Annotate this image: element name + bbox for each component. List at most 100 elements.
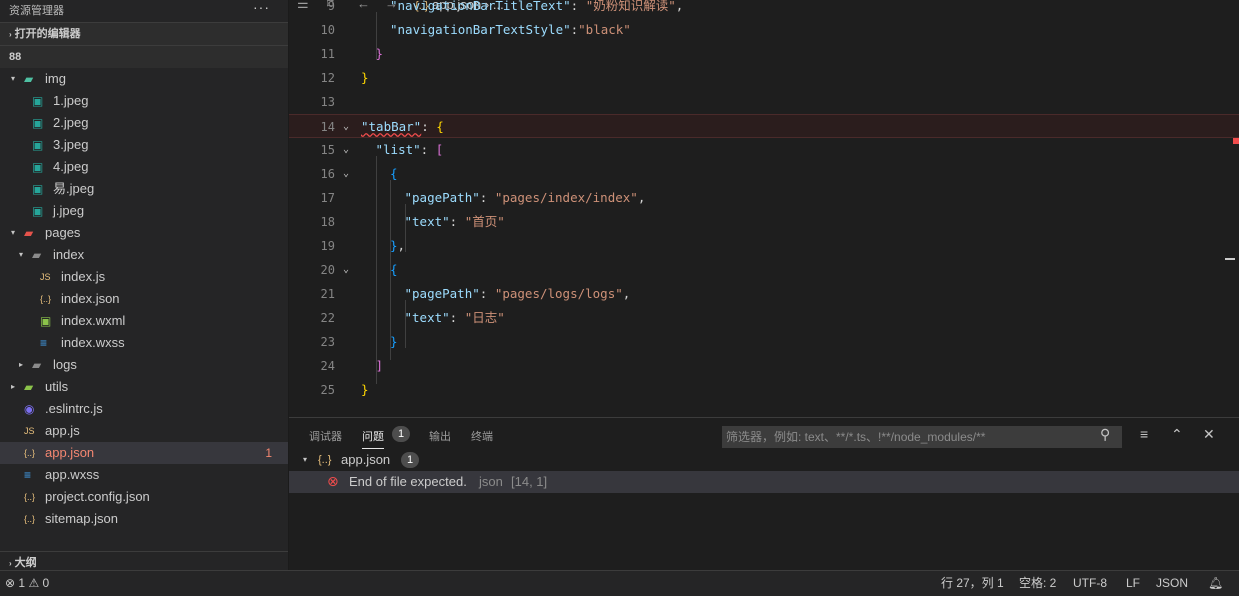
code-line[interactable]: 18 "text": "首页" xyxy=(289,210,1239,234)
problem-location: [14, 1] xyxy=(511,474,548,489)
tree-item[interactable]: {..} project.config.json xyxy=(0,486,288,508)
filter-icon[interactable]: ⚲ xyxy=(1100,426,1110,443)
code-token: "text" xyxy=(404,310,450,325)
tree-item[interactable]: ▸ ▰ logs xyxy=(0,354,288,376)
tree-item[interactable]: ▣ 4.jpeg xyxy=(0,156,288,178)
code-token: [ xyxy=(435,142,444,157)
open-editors-section[interactable]: › 打开的编辑器 xyxy=(0,22,288,45)
code-text: "navigationBarTextStyle":"black" xyxy=(390,18,631,42)
encoding-status[interactable]: UTF-8 xyxy=(1073,571,1107,595)
maximize-panel-icon[interactable]: ⌃ xyxy=(1171,426,1183,443)
tree-item[interactable]: {..} app.json 1 xyxy=(0,442,288,464)
tree-item[interactable]: {..} index.json xyxy=(0,288,288,310)
tree-item[interactable]: ≡ app.wxss xyxy=(0,464,288,486)
tab-problems[interactable]: 问题 xyxy=(362,428,384,449)
fold-chevron-icon[interactable]: ⌄ xyxy=(343,258,349,282)
project-section[interactable]: 88 xyxy=(0,45,288,68)
tree-item[interactable]: ▾ ▰ index xyxy=(0,244,288,266)
tree-item[interactable]: JS app.js xyxy=(0,420,288,442)
problems-filter-input[interactable] xyxy=(722,426,1122,448)
tree-item[interactable]: ▾ ▰ img xyxy=(0,68,288,90)
tree-item[interactable]: ▣ index.wxml xyxy=(0,310,288,332)
tab-debugger[interactable]: 调试器 xyxy=(309,428,342,444)
tree-item-label: 1.jpeg xyxy=(53,93,89,108)
code-line[interactable]: 23} xyxy=(289,330,1239,354)
image-file-icon: ▣ xyxy=(32,182,44,196)
code-line[interactable]: 20 ⌄ { xyxy=(289,258,1239,282)
chevron-right-icon[interactable]: ▸ xyxy=(16,354,26,376)
code-token: , xyxy=(397,238,406,253)
code-token: "black" xyxy=(578,22,631,37)
tree-item[interactable]: ◉ .eslintrc.js xyxy=(0,398,288,420)
chevron-down-icon: ▾ xyxy=(303,455,308,464)
tree-item[interactable]: ▣ 3.jpeg xyxy=(0,134,288,156)
code-text: "pagePath": "pages/logs/logs", xyxy=(405,282,631,306)
code-line[interactable]: 10 "navigationBarTextStyle":"black" xyxy=(289,18,1239,42)
bell-icon[interactable]: 🔔︎ xyxy=(1208,571,1223,595)
problem-item[interactable]: ⊗ End of file expected. json [14, 1] xyxy=(289,471,1239,493)
fold-chevron-icon[interactable]: ⌄ xyxy=(343,138,349,162)
line-number: 9 xyxy=(327,0,335,13)
language-status[interactable]: JSON xyxy=(1156,571,1188,595)
tree-item[interactable]: JS index.js xyxy=(0,266,288,288)
code-line[interactable]: 11} xyxy=(289,42,1239,66)
code-editor[interactable]: 9 "navigationBarTitleText": "奶粉知识解读", 10 "n… xyxy=(289,0,1239,416)
indent-guide xyxy=(376,156,377,384)
fold-chevron-icon[interactable]: ⌄ xyxy=(343,162,349,186)
problems-status[interactable]: ⊗ 1 ⚠ 0 xyxy=(5,571,49,595)
tree-item[interactable]: {..} sitemap.json xyxy=(0,508,288,530)
code-line[interactable]: 13 xyxy=(289,90,1239,114)
code-line[interactable]: 19}, xyxy=(289,234,1239,258)
error-ruler-mark xyxy=(1233,138,1239,144)
tab-terminal[interactable]: 终端 xyxy=(471,428,493,444)
code-line[interactable]: 9 "navigationBarTitleText": "奶粉知识解读", xyxy=(289,0,1239,18)
more-actions-icon[interactable]: ··· xyxy=(253,0,270,18)
tree-item-label: logs xyxy=(53,357,77,372)
indentation-status[interactable]: 空格: 2 xyxy=(1019,571,1056,595)
line-number: 23 xyxy=(320,335,335,349)
code-line[interactable]: 14 ⌄ "tabBar": { xyxy=(289,114,1239,138)
fold-chevron-icon[interactable]: ⌄ xyxy=(343,115,349,139)
tree-item[interactable]: ▾ ▰ pages xyxy=(0,222,288,244)
tree-item[interactable]: ▣ j.jpeg xyxy=(0,200,288,222)
code-line[interactable]: 15 ⌄ "list": [ xyxy=(289,138,1239,162)
eol-status[interactable]: LF xyxy=(1126,571,1140,595)
tree-item[interactable]: ▸ ▰ utils xyxy=(0,376,288,398)
code-text: "pagePath": "pages/index/index", xyxy=(405,186,646,210)
code-token: "list" xyxy=(375,142,421,157)
tree-item[interactable]: ≡ index.wxss xyxy=(0,332,288,354)
image-file-icon: ▣ xyxy=(32,94,44,108)
json-file-icon: {..} xyxy=(318,454,332,466)
chevron-down-icon[interactable]: ▾ xyxy=(8,68,18,90)
code-token: : xyxy=(479,190,495,205)
code-text: }, xyxy=(390,234,405,258)
line-number: 20 xyxy=(320,263,335,277)
code-line[interactable]: 25} xyxy=(289,378,1239,402)
js-file-icon: JS xyxy=(40,272,51,282)
json-file-icon: {..} xyxy=(40,294,52,304)
tree-item-label: img xyxy=(45,71,66,86)
code-line[interactable]: 12} xyxy=(289,66,1239,90)
tree-item[interactable]: ▣ 1.jpeg xyxy=(0,90,288,112)
chevron-down-icon[interactable]: ▾ xyxy=(16,244,26,266)
tree-item[interactable]: ▣ 易.jpeg xyxy=(0,178,288,200)
open-editors-label: 打开的编辑器 xyxy=(14,28,81,40)
chevron-right-icon[interactable]: ▸ xyxy=(8,376,18,398)
code-line[interactable]: 16 ⌄ { xyxy=(289,162,1239,186)
code-line[interactable]: 24] xyxy=(289,354,1239,378)
close-panel-icon[interactable]: ✕ xyxy=(1203,426,1215,443)
code-line[interactable]: 17 "pagePath": "pages/index/index", xyxy=(289,186,1239,210)
code-token: "pagePath" xyxy=(404,190,480,205)
code-line[interactable]: 22 "text": "日志" xyxy=(289,306,1239,330)
explorer-sidebar: 资源管理器 ··· › 打开的编辑器 88 ▾ ▰ img ▣ 1.jpeg ▣ 2.jpeg… xyxy=(0,0,289,570)
code-line[interactable]: 21 "pagePath": "pages/logs/logs", xyxy=(289,282,1239,306)
collapse-all-icon[interactable]: ≡ xyxy=(1140,426,1148,442)
tab-output[interactable]: 输出 xyxy=(429,428,451,444)
chevron-down-icon[interactable]: ▾ xyxy=(8,222,18,244)
problem-file-row[interactable]: ▾ {..} app.json 1 xyxy=(289,449,1239,471)
problems-count-badge: 1 xyxy=(392,426,410,442)
tree-item[interactable]: ▣ 2.jpeg xyxy=(0,112,288,134)
code-token: { xyxy=(390,166,398,181)
code-text: { xyxy=(390,258,398,282)
cursor-position[interactable]: 行 27，列 1 xyxy=(941,571,1004,595)
